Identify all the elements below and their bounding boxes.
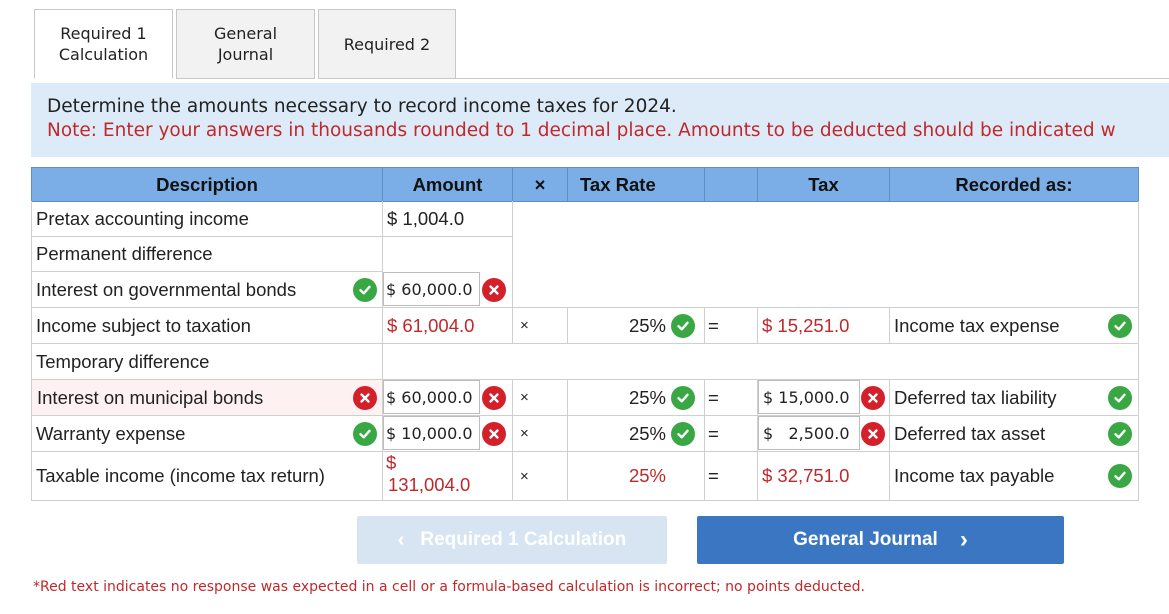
table-border-right	[1138, 201, 1139, 501]
row-warranty-rate[interactable]: 25%	[568, 416, 668, 451]
row-interest-muni-times: ×	[520, 389, 529, 406]
next-button-label: General Journal	[793, 529, 938, 550]
check-icon	[1108, 314, 1132, 338]
row-warranty-tax-input[interactable]: $ 2,500.0	[758, 416, 860, 450]
tab-label-line2: Journal	[217, 45, 274, 64]
row-taxable-tax: $ 32,751.0	[762, 465, 850, 486]
row-pretax-amount: $ 1,004.0	[387, 208, 465, 229]
tab-general-journal[interactable]: General Journal	[176, 9, 315, 79]
row-subject-equals: =	[708, 314, 719, 336]
header-tax-rate: Tax Rate	[567, 167, 705, 202]
tab-label-line1: General	[213, 24, 278, 43]
x-circle-icon	[353, 386, 377, 410]
row-warranty-recorded[interactable]: Deferred tax asset	[889, 416, 1099, 451]
row-taxable-times: ×	[520, 467, 529, 485]
note-text: Note: Enter your answers in thousands ro…	[47, 120, 1116, 141]
x-circle-icon	[482, 278, 506, 302]
row-taxable-recorded[interactable]: Income tax payable	[889, 452, 1099, 500]
tab-required-1-calculation[interactable]: Required 1 Calculation	[34, 9, 173, 79]
question-text: Determine the amounts necessary to recor…	[47, 96, 677, 117]
x-circle-icon	[482, 386, 506, 410]
row-taxable-amount: 131,004.0	[388, 474, 471, 495]
row-warranty-description[interactable]: Warranty expense	[31, 416, 382, 451]
row-taxable-rate: 25%	[628, 465, 666, 486]
row-permanent-label: Permanent difference	[36, 243, 213, 264]
row-temporary-label: Temporary difference	[36, 350, 210, 372]
row-warranty-equals: =	[708, 422, 719, 444]
header-times: ×	[512, 167, 568, 202]
check-icon	[671, 386, 695, 410]
tab-label-line1: Required 1	[60, 24, 147, 43]
check-icon	[353, 422, 377, 446]
row-pretax-description: Pretax accounting income	[36, 208, 249, 229]
row-subject-amount: $ 61,004.0	[387, 314, 475, 336]
row-interest-gov-description[interactable]: Interest on governmental bonds	[31, 272, 382, 307]
check-icon	[1108, 464, 1132, 488]
chevron-right-icon: ›	[959, 526, 968, 553]
row-interest-muni-amount-input[interactable]: $ 60,000.0	[383, 380, 480, 414]
header-tax: Tax	[757, 167, 890, 202]
row-warranty-times: ×	[520, 425, 529, 442]
check-icon	[353, 278, 377, 302]
instructions-panel: Determine the amounts necessary to recor…	[31, 83, 1169, 157]
row-taxable-equals: =	[708, 465, 719, 486]
check-icon	[671, 314, 695, 338]
header-blank	[704, 167, 758, 202]
x-circle-icon	[482, 422, 506, 446]
row-interest-muni-tax-input[interactable]: $ 15,000.0	[758, 380, 860, 414]
col-divider	[512, 201, 513, 307]
row-warranty-amount-input[interactable]: $ 10,000.0	[383, 416, 480, 450]
tab-label: Required 2	[343, 34, 431, 54]
footnote: *Red text indicates no response was expe…	[33, 579, 865, 595]
previous-button-label: Required 1 Calculation	[420, 529, 627, 550]
row-interest-muni-rate[interactable]: 25%	[568, 380, 668, 415]
row-taxable-amount-symbol: $	[386, 452, 397, 473]
row-taxable-description: Taxable income (income tax return)	[36, 465, 325, 486]
header-recorded-as: Recorded as:	[889, 167, 1139, 202]
header-amount: Amount	[382, 167, 513, 202]
row-subject-tax: $ 15,251.0	[762, 314, 850, 336]
check-icon	[1108, 386, 1132, 410]
check-icon	[1108, 422, 1132, 446]
row-interest-muni-description[interactable]: Interest on municipal bonds	[32, 380, 382, 415]
col-divider	[382, 201, 383, 501]
previous-button[interactable]: ‹ Required 1 Calculation	[357, 516, 667, 564]
row-interest-muni-equals: =	[708, 386, 719, 408]
x-circle-icon	[861, 386, 885, 410]
tab-label-line2: Calculation	[58, 45, 149, 64]
row-subject-times: ×	[520, 317, 529, 334]
row-subject-recorded[interactable]: Income tax expense	[889, 308, 1099, 343]
tab-divider	[455, 78, 1169, 79]
header-description: Description	[31, 167, 383, 202]
row-interest-gov-amount-input[interactable]: $ 60,000.0	[383, 272, 480, 306]
x-circle-icon	[861, 422, 885, 446]
table-border-bottom	[31, 500, 1139, 501]
row-subject-rate[interactable]: 25%	[568, 308, 668, 343]
row-subject-description: Income subject to taxation	[36, 314, 251, 336]
row-interest-muni-recorded[interactable]: Deferred tax liability	[889, 380, 1099, 415]
income-tax-table: Description Amount × Tax Rate Tax Record…	[31, 167, 1139, 501]
tab-required-2[interactable]: Required 2	[318, 9, 456, 79]
chevron-left-icon: ‹	[397, 528, 405, 551]
next-button[interactable]: General Journal ›	[697, 516, 1064, 564]
check-icon	[671, 422, 695, 446]
